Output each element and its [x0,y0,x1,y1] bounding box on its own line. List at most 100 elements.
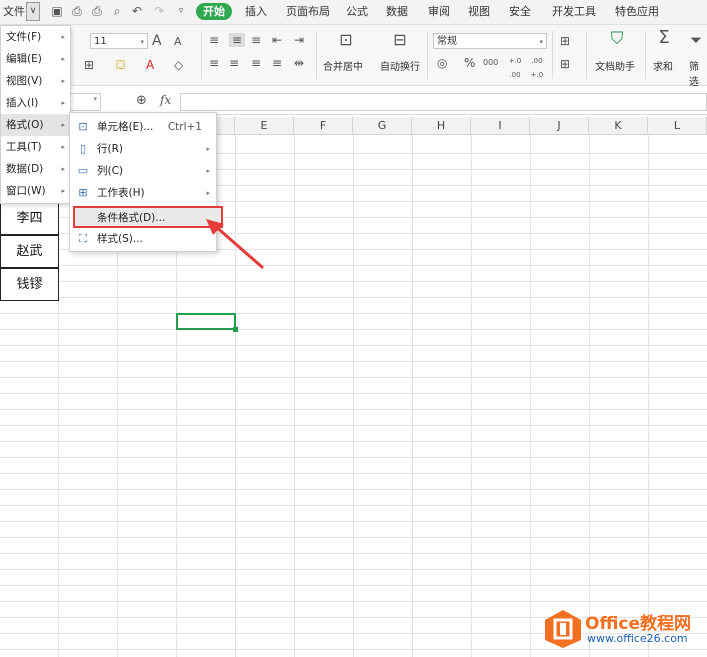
column-header-i[interactable]: I [471,117,530,135]
grow-font-icon[interactable]: A [152,34,162,48]
tab-page-layout[interactable]: 页面布局 [286,0,330,24]
zoom-icon[interactable]: ⊕ [136,93,147,108]
clear-format-icon[interactable]: ◇ [174,58,183,72]
column-header-g[interactable]: G [353,117,412,135]
align-bottom-icon[interactable]: ≡ [251,33,261,47]
ribbon-separator [586,31,587,79]
tab-formula[interactable]: 公式 [346,0,368,24]
undo-icon[interactable]: ↶ [130,4,144,18]
tab-insert[interactable]: 插入 [245,0,267,24]
tab-view[interactable]: 视图 [468,0,490,24]
submenu-item-column[interactable]: ▭ 列(C) ▸ [70,160,216,182]
fill-color-icon[interactable]: ⛋ [116,58,125,72]
menu-item-tools[interactable]: 工具(T) ▸ [1,136,70,158]
export-pdf-icon[interactable]: ⎙ [70,4,84,18]
file-dropdown-menu: 文件(F) ▸ 编辑(E) ▸ 视图(V) ▸ 插入(I) ▸ 格式(O) ▸ 工具(T)… [0,25,71,204]
submenu-item-styles[interactable]: ⛶ 样式(S)... [70,228,216,250]
cell-a-qianliu[interactable]: 钱镠 [0,268,59,301]
doc-helper-button[interactable]: 文档助手 [595,58,635,73]
tab-start[interactable]: 开始 [196,3,232,20]
number-format-select[interactable]: 常规 ▾ [433,33,547,49]
selected-cell[interactable] [176,313,238,332]
submenu-item-label: 列(C) [97,165,124,177]
submenu-item-worksheet[interactable]: ⊞ 工作表(H) ▸ [70,182,216,204]
column-icon: ▭ [77,164,89,177]
file-dropdown-icon[interactable]: ∨ [26,2,40,21]
fill-handle[interactable] [233,327,238,332]
menu-item-window[interactable]: 窗口(W) ▸ [1,180,70,202]
align-middle-icon[interactable]: ≡ [229,33,245,47]
grid-column-line [235,135,236,657]
menu-item-file[interactable]: 文件(F) ▸ [1,26,70,48]
office-logo-icon [545,610,581,648]
decrease-decimal-icon[interactable]: .00 +.0 [529,54,545,82]
menu-item-data[interactable]: 数据(D) ▸ [1,158,70,180]
decrease-indent-icon[interactable]: ⇤ [272,33,282,47]
column-header-k[interactable]: K [589,117,648,135]
name-box[interactable]: ▾ [70,93,101,111]
column-header-j[interactable]: J [530,117,589,135]
font-color-icon[interactable]: A [146,58,154,72]
tab-data[interactable]: 数据 [386,0,408,24]
thousands-separator-icon[interactable]: 000 [483,56,498,70]
cell-a-lisi[interactable]: 李四 [0,202,59,235]
shrink-font-icon[interactable]: A [174,35,182,49]
menu-item-insert[interactable]: 插入(I) ▸ [1,92,70,114]
row-icon: ▯ [79,142,87,155]
merge-center-icon[interactable]: ⊡ [337,32,355,48]
save-icon[interactable]: ▣ [50,4,64,18]
cell-a-zhaowu[interactable]: 赵武 [0,235,59,268]
fx-icon[interactable]: fx [160,93,171,107]
formula-input[interactable] [180,93,707,111]
sum-icon[interactable]: Σ [655,29,673,47]
font-size-select[interactable]: 11 ▾ [90,33,148,49]
align-center-icon[interactable]: ≡ [229,56,239,70]
align-left-icon[interactable]: ≡ [209,56,219,70]
print-icon[interactable]: ⎙ [90,4,104,18]
justify-icon[interactable]: ≡ [272,56,282,70]
align-top-icon[interactable]: ≡ [209,33,219,47]
menu-item-label: 数据(D) [6,163,44,175]
filter-button[interactable]: 筛选 [689,58,707,88]
table-style-icon[interactable]: ⊞ [560,34,570,48]
submenu-item-cells[interactable]: ⊡ 单元格(E)... Ctrl+1 [70,116,216,138]
increase-decimal-icon[interactable]: +.0 .00 [507,54,523,82]
tab-review[interactable]: 审阅 [428,0,450,24]
column-header-e[interactable]: E [235,117,294,135]
menu-item-label: 编辑(E) [6,53,42,65]
quick-access-more-icon[interactable]: ▿ [174,4,188,18]
ribbon-separator [316,31,317,79]
sum-button[interactable]: 求和 [653,58,673,73]
submenu-item-row[interactable]: ▯ 行(R) ▸ [70,138,216,160]
distributed-align-icon[interactable]: ⇹ [294,56,304,70]
tab-security[interactable]: 安全 [509,0,531,24]
grid-column-line [648,135,649,657]
worksheet-icon: ⊞ [78,186,88,199]
tab-special[interactable]: 特色应用 [615,0,659,24]
tab-developer[interactable]: 开发工具 [552,0,596,24]
file-menu-button[interactable]: 文件 [3,0,25,24]
align-right-icon[interactable]: ≡ [251,56,261,70]
menu-item-edit[interactable]: 编辑(E) ▸ [1,48,70,70]
chevron-right-icon: ▸ [61,77,65,85]
submenu-item-label: 样式(S)... [97,233,143,245]
filter-icon[interactable]: ⏷ [690,33,702,48]
doc-helper-icon[interactable]: ⛉ [608,31,626,48]
percent-icon[interactable]: % [464,56,475,70]
column-header-h[interactable]: H [412,117,471,135]
auto-wrap-icon[interactable]: ⊟ [391,32,409,48]
menu-item-view[interactable]: 视图(V) ▸ [1,70,70,92]
border-icon[interactable]: ⊞ [84,58,94,72]
currency-icon[interactable]: ◎ [437,56,447,70]
grid-column-line [471,135,472,657]
print-preview-icon[interactable]: ⌕ [110,4,124,18]
redo-icon[interactable]: ↷ [152,4,166,18]
chevron-right-icon: ▸ [61,121,65,129]
column-header-l[interactable]: L [648,117,707,135]
conditional-style-icon[interactable]: ⊞ [560,57,570,71]
column-header-f[interactable]: F [294,117,353,135]
increase-indent-icon[interactable]: ⇥ [294,33,304,47]
merge-center-button[interactable]: 合并居中 [323,58,363,73]
auto-wrap-button[interactable]: 自动换行 [380,58,420,73]
menu-item-format[interactable]: 格式(O) ▸ [1,114,70,136]
